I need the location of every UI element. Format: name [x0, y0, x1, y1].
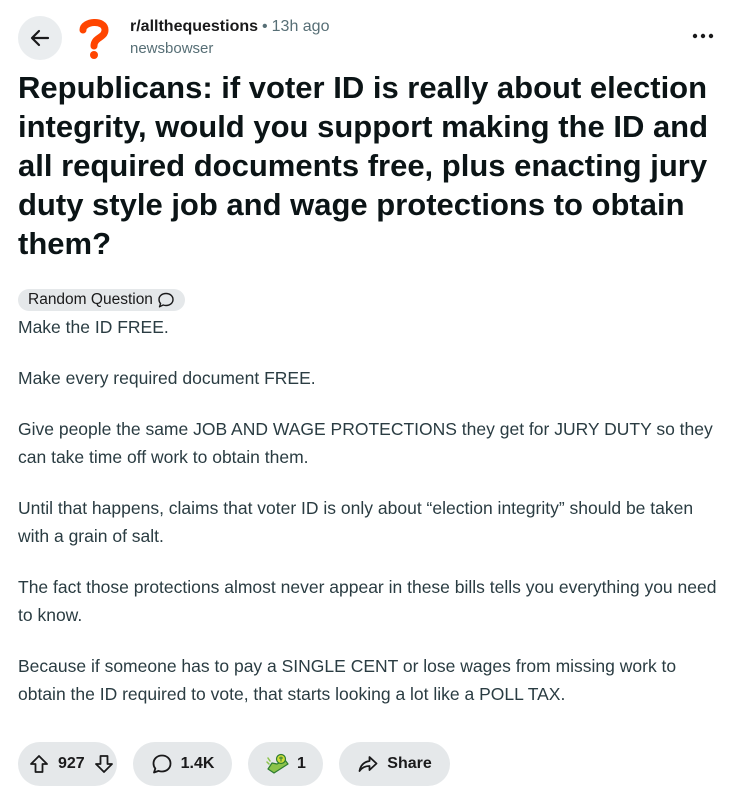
post-meta: r/allthequestions • 13h ago newsbowser — [130, 16, 329, 60]
arrow-left-icon — [29, 27, 51, 49]
award-icon — [265, 752, 291, 776]
award-button[interactable]: 1 — [248, 742, 323, 786]
meta-separator: • — [262, 18, 268, 35]
comment-count: 1.4K — [180, 755, 215, 772]
subreddit-avatar[interactable] — [72, 16, 116, 60]
body-paragraph: Until that happens, claims that voter ID… — [18, 498, 694, 546]
post-header: r/allthequestions • 13h ago newsbowser — [18, 14, 723, 62]
comments-button[interactable]: 1.4K — [133, 742, 232, 786]
share-label: Share — [387, 755, 432, 772]
subreddit-name[interactable]: r/allthequestions — [130, 18, 258, 35]
award-count: 1 — [297, 755, 306, 772]
action-bar: 927 1.4K 1 Share — [18, 742, 450, 786]
body-paragraph: The fact those protections almost never … — [18, 577, 717, 625]
post-body: Make the ID FREE. Make every required do… — [18, 313, 723, 731]
more-options-button[interactable] — [689, 24, 717, 48]
question-mark-icon — [74, 16, 114, 60]
body-paragraph: Give people the same JOB AND WAGE PROTEC… — [18, 419, 713, 467]
body-paragraph: Make the ID FREE. — [18, 317, 169, 337]
share-arrow-icon — [357, 753, 379, 775]
flair-label: Random Question — [28, 291, 153, 308]
arrow-up-icon[interactable] — [28, 753, 50, 775]
speech-bubble-icon — [157, 291, 175, 309]
post-flair[interactable]: Random Question — [18, 289, 185, 311]
author-name[interactable]: newsbowser — [130, 38, 329, 60]
post-time: 13h ago — [271, 18, 330, 35]
body-paragraph: Because if someone has to pay a SINGLE C… — [18, 656, 677, 704]
ellipsis-icon — [692, 33, 714, 39]
vote-count: 927 — [58, 755, 85, 772]
vote-control: 927 — [18, 742, 117, 786]
body-paragraph: Make every required document FREE. — [18, 368, 316, 388]
post-title: Republicans: if voter ID is really about… — [18, 70, 709, 261]
share-button[interactable]: Share — [339, 742, 450, 786]
arrow-down-icon[interactable] — [93, 753, 115, 775]
back-button[interactable] — [18, 16, 62, 60]
comment-bubble-icon — [151, 753, 173, 775]
